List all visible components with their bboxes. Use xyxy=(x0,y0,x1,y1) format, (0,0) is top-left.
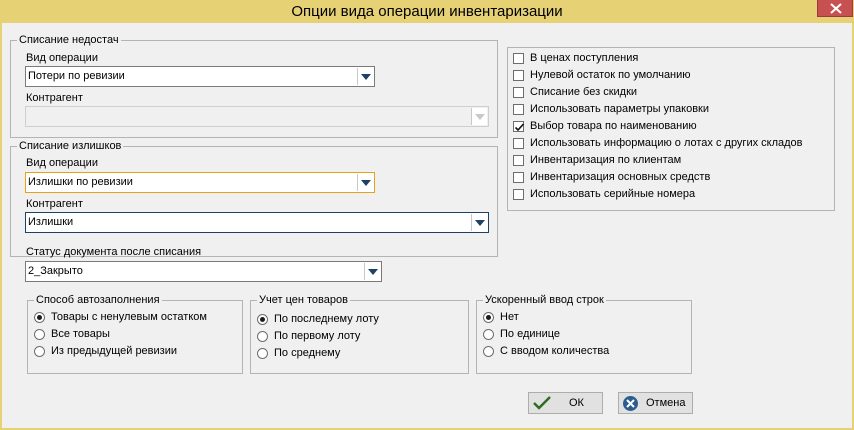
option-label: Списание без скидки xyxy=(530,86,638,98)
pricing-legend: Учет цен товаров xyxy=(257,293,350,307)
fastinput-radio-label: По единице xyxy=(500,328,561,340)
surplus-op-select[interactable]: Излишки по ревизии xyxy=(25,172,375,193)
close-icon xyxy=(830,3,842,14)
pricing-radio-label: По среднему xyxy=(274,347,341,359)
checkbox-icon[interactable] xyxy=(513,87,524,98)
surplus-contractor-value: Излишки xyxy=(28,216,74,228)
chevron-down-icon[interactable] xyxy=(357,68,373,85)
autofill-legend: Способ автозаполнения xyxy=(34,293,162,307)
chevron-down-icon[interactable] xyxy=(357,174,373,191)
checkbox-icon[interactable] xyxy=(513,70,524,81)
pricing-radio-label: По последнему лоту xyxy=(274,313,379,325)
checkbox-icon[interactable] xyxy=(513,138,524,149)
option-label: Использовать информацию о лотах с других… xyxy=(530,137,803,149)
radio-selected-icon[interactable] xyxy=(257,314,268,325)
surplus-op-label: Вид операции xyxy=(26,157,98,169)
cancel-icon xyxy=(623,396,638,411)
chevron-down-icon[interactable] xyxy=(471,214,487,231)
window-title: Опции вида операции инвентаризации xyxy=(291,3,563,20)
checkbox-icon[interactable] xyxy=(513,189,524,200)
radio-icon[interactable] xyxy=(257,348,268,359)
checkbox-icon[interactable] xyxy=(513,172,524,183)
radio-icon[interactable] xyxy=(483,346,494,357)
option-label: В ценах поступления xyxy=(530,52,639,64)
checkbox-icon[interactable] xyxy=(513,53,524,64)
cancel-label: Отмена xyxy=(646,397,686,409)
radio-icon[interactable] xyxy=(34,329,45,340)
title-bar: Опции вида операции инвентаризации xyxy=(0,0,854,23)
surplus-contractor-select[interactable]: Излишки xyxy=(25,212,489,233)
option-label: Использовать серийные номера xyxy=(530,188,696,200)
radio-icon[interactable] xyxy=(257,331,268,342)
option-label: Выбор товара по наименованию xyxy=(530,120,697,132)
status-value: 2_Закрыто xyxy=(28,265,83,277)
ok-label: ОК xyxy=(569,397,584,409)
radio-selected-icon[interactable] xyxy=(483,312,494,323)
pricing-radio-label: По первому лоту xyxy=(274,330,361,342)
autofill-radio-label: Из предыдущей ревизии xyxy=(51,345,178,357)
fastinput-radio-label: С вводом количества xyxy=(500,345,610,357)
radio-icon[interactable] xyxy=(483,329,494,340)
shortage-op-select[interactable]: Потери по ревизии xyxy=(25,66,375,87)
option-label: Нулевой остаток по умолчанию xyxy=(530,69,691,81)
chevron-down-icon[interactable] xyxy=(364,263,380,280)
shortage-op-label: Вид операции xyxy=(26,52,98,64)
autofill-radio-label: Все товары xyxy=(51,328,110,340)
checkbox-checked-icon[interactable] xyxy=(513,121,525,132)
radio-icon[interactable] xyxy=(34,346,45,357)
shortage-contractor-label: Контрагент xyxy=(26,92,83,104)
cancel-button[interactable]: Отмена xyxy=(618,392,693,414)
checkbox-icon[interactable] xyxy=(513,104,524,115)
checkbox-icon[interactable] xyxy=(513,155,524,166)
shortage-op-value: Потери по ревизии xyxy=(28,70,125,82)
checkmark-icon xyxy=(533,396,551,410)
option-label: Использовать параметры упаковки xyxy=(530,103,710,115)
option-label: Инвентаризация по клиентам xyxy=(530,154,682,166)
status-select[interactable]: 2_Закрыто xyxy=(25,261,382,282)
shortage-contractor-select xyxy=(25,106,489,127)
chevron-down-icon xyxy=(471,108,487,125)
option-label: Инвентаризация основных средств xyxy=(530,171,711,183)
fastinput-legend: Ускоренный ввод строк xyxy=(483,293,606,307)
surplus-contractor-label: Контрагент xyxy=(26,198,83,210)
radio-selected-icon[interactable] xyxy=(34,312,45,323)
close-button[interactable] xyxy=(817,0,853,17)
autofill-radio-label: Товары с ненулевым остатком xyxy=(51,311,207,323)
fastinput-radio-label: Нет xyxy=(500,311,519,323)
surplus-legend: Списание излишков xyxy=(17,139,124,153)
dialog-body: Списание недостач Вид операции Потери по… xyxy=(2,23,852,428)
shortage-legend: Списание недостач xyxy=(17,33,121,47)
surplus-op-value: Излишки по ревизии xyxy=(28,176,133,188)
status-label: Статус документа после списания xyxy=(26,246,202,258)
ok-button[interactable]: ОК xyxy=(528,392,603,414)
